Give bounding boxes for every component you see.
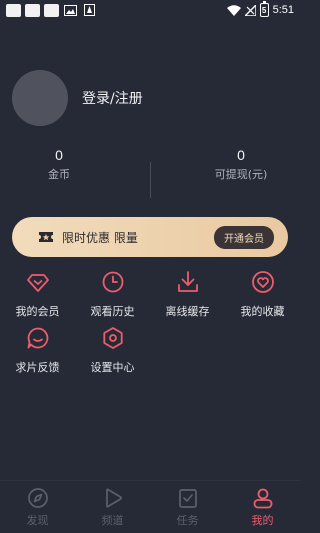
withdrawable-label: 可提现(元) (214, 168, 268, 181)
download-status-icon (82, 4, 97, 17)
stats-row: 0 金币 0 可提现(元) (0, 147, 300, 199)
diamond-icon (26, 274, 49, 292)
withdrawable-stat[interactable]: 0 可提现(元) (166, 147, 316, 182)
task-icon (178, 489, 197, 508)
bottom-nav: 发现 频道 任务 我的 (0, 480, 300, 533)
wifi-icon (226, 4, 241, 16)
grid-item-label: 求片反馈 (15, 361, 60, 374)
no-signal-icon (244, 4, 256, 16)
app-notification-icon (6, 3, 21, 17)
nav-label: 发现 (26, 514, 49, 527)
status-time: 5:51 (272, 4, 294, 16)
status-bar: 5 5:51 (0, 0, 300, 20)
avatar[interactable] (12, 70, 68, 126)
feedback-icon (27, 327, 48, 349)
notification-icons (6, 3, 97, 17)
nav-label: 任务 (176, 514, 199, 527)
grid-item-feedback[interactable]: 求片反馈 (0, 326, 75, 375)
profile-header[interactable]: 登录/注册 (12, 70, 143, 126)
grid-item-membership[interactable]: 我的会员 (0, 270, 75, 319)
nav-tab-tasks[interactable]: 任务 (150, 487, 225, 528)
ticket-icon (39, 232, 53, 242)
download-icon (177, 271, 198, 292)
grid-item-label: 观看历史 (90, 305, 135, 318)
compass-icon (27, 488, 48, 508)
grid-item-label: 离线缓存 (165, 305, 210, 318)
stats-divider (150, 162, 151, 198)
coins-stat[interactable]: 0 金币 (0, 147, 134, 182)
nav-tab-mine[interactable]: 我的 (225, 487, 300, 528)
heart-icon (251, 271, 274, 293)
vip-promo-banner[interactable]: 限时优惠 限量 开通会员 (12, 217, 288, 257)
coins-label: 金币 (48, 168, 70, 181)
login-register-link[interactable]: 登录/注册 (82, 88, 143, 108)
clock-icon (102, 271, 123, 293)
settings-icon (102, 327, 123, 349)
coins-value: 0 (55, 147, 63, 163)
grid-item-settings[interactable]: 设置中心 (75, 326, 150, 375)
nav-label: 频道 (101, 514, 124, 527)
grid-item-history[interactable]: 观看历史 (75, 270, 150, 319)
image-icon (63, 4, 78, 17)
nav-tab-channels[interactable]: 频道 (75, 487, 150, 528)
app-notification-icon (44, 3, 59, 17)
play-icon (105, 488, 122, 508)
grid-item-offline-cache[interactable]: 离线缓存 (150, 270, 225, 319)
withdrawable-value: 0 (237, 147, 245, 163)
open-vip-button[interactable]: 开通会员 (214, 225, 274, 249)
grid-item-label: 设置中心 (90, 361, 135, 374)
nav-tab-discover[interactable]: 发现 (0, 487, 75, 528)
grid-item-label: 我的会员 (15, 305, 60, 318)
nav-label: 我的 (251, 514, 274, 527)
grid-item-label: 我的收藏 (240, 305, 285, 318)
app-notification-icon (25, 3, 40, 17)
user-icon (253, 488, 272, 509)
battery-level: 5 (261, 5, 267, 15)
battery-icon: 5 (259, 1, 269, 17)
grid-item-favorites[interactable]: 我的收藏 (225, 270, 300, 319)
vip-promo-text: 限时优惠 限量 (62, 230, 138, 245)
